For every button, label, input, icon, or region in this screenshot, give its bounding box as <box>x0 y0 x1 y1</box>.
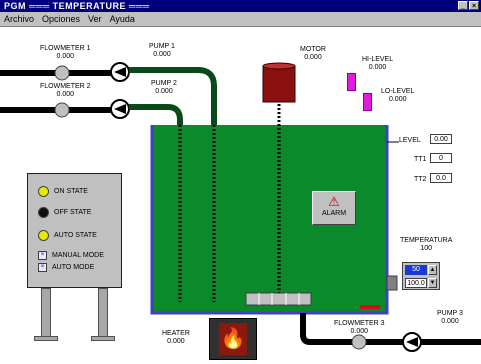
lo-level-sensor <box>363 93 372 111</box>
alarm-button[interactable]: ⚠ ALARM <box>312 191 356 225</box>
alarm-icon: ⚠ <box>328 194 340 209</box>
outlet-valve[interactable] <box>386 275 398 291</box>
spin-down-button[interactable]: ▼ <box>428 278 437 288</box>
tt2-readout: 0.0 <box>430 173 452 183</box>
setpoint-spinner[interactable]: 50 ▲ 100.0 ▼ <box>402 262 440 290</box>
flowmeter-3-icon[interactable] <box>351 334 367 350</box>
setpoint-value-field[interactable]: 100.0 <box>405 278 427 288</box>
pump-1-icon[interactable] <box>110 62 130 82</box>
manual-switch-icon[interactable]: × <box>38 251 47 260</box>
auto-lamp-icon <box>38 230 49 241</box>
fire-icon: 🔥 <box>219 323 247 355</box>
off-lamp-icon <box>38 207 49 218</box>
panel-row-on: ON STATE <box>38 186 88 197</box>
heater-label: HEATER 0.000 <box>162 330 190 345</box>
flowmeter-2-icon[interactable] <box>54 102 70 118</box>
tt2-label: TT2 <box>414 176 427 183</box>
auto-switch-icon[interactable]: × <box>38 263 47 272</box>
temp-setpoint-label: TEMPERATURA 100 <box>400 237 453 252</box>
heater-box[interactable]: 🔥 <box>209 318 257 360</box>
pump-1-label: PUMP 1 0.000 <box>149 43 175 58</box>
flowmeter-1-icon[interactable] <box>54 65 70 81</box>
hi-level-sensor <box>347 73 356 91</box>
auto-mode-switch[interactable]: × AUTO MODE <box>38 263 94 272</box>
hi-level-label: HI-LEVEL 0.000 <box>362 56 394 71</box>
motor-label: MOTOR 0.000 <box>300 46 326 61</box>
panel-row-auto: AUTO STATE <box>38 230 97 241</box>
flowmeter-1-label: FLOWMETER 1 0.000 <box>40 45 91 60</box>
panel-leg-left <box>41 288 51 340</box>
setpoint-field[interactable]: 50 <box>405 265 427 275</box>
panel-foot-right <box>91 336 115 341</box>
pump-3-icon[interactable] <box>402 332 422 352</box>
flowmeter-3-label: FLOWMETER 3 0.000 <box>334 320 385 335</box>
spin-up-button[interactable]: ▲ <box>428 265 437 275</box>
manual-mode-switch[interactable]: × MANUAL MODE <box>38 251 104 260</box>
flowmeter-2-label: FLOWMETER 2 0.000 <box>40 83 91 98</box>
lo-level-label: LO-LEVEL 0.000 <box>381 88 415 103</box>
level-label: LEVEL <box>399 137 421 144</box>
agitator-blade <box>245 292 312 306</box>
panel-foot-left <box>34 336 58 341</box>
tt1-label: TT1 <box>414 156 427 163</box>
panel-row-off: OFF STATE <box>38 207 91 218</box>
level-readout: 0.00 <box>430 134 452 144</box>
pump-3-label: PUMP 3 0.000 <box>437 310 463 325</box>
panel-leg-right <box>98 288 108 340</box>
control-panel: ON STATE OFF STATE AUTO STATE × MANUAL M… <box>27 173 122 288</box>
pump-2-label: PUMP 2 0.000 <box>151 80 177 95</box>
alarm-label: ALARM <box>321 210 347 217</box>
level-alarm-marker <box>360 305 380 309</box>
on-lamp-icon <box>38 186 49 197</box>
tt1-readout: 0 <box>430 153 452 163</box>
pump-2-icon[interactable] <box>110 99 130 119</box>
motor-body[interactable] <box>262 65 296 103</box>
